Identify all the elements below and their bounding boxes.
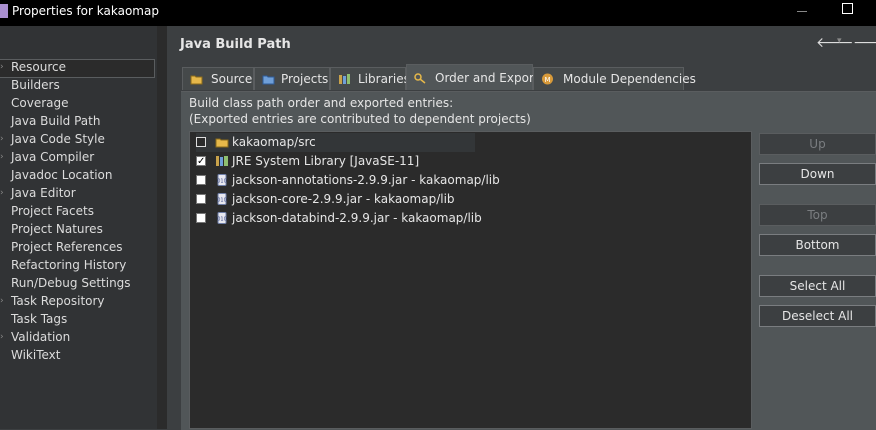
sidebar-item-project-references[interactable]: Project References [11,238,123,256]
history-dropdown-icon[interactable]: ▾ [837,36,842,46]
source-folder-icon [215,138,229,148]
sidebar-item-resource[interactable]: › Resource [0,58,67,76]
sidebar-item-task-repository[interactable]: › Task Repository [0,292,105,310]
entry-label: JRE System Library [JavaSE-11] [232,154,420,168]
projects-icon [262,75,275,85]
app-icon [0,4,8,18]
bottom-button[interactable]: Bottom [759,234,876,256]
svg-text:010: 010 [217,198,227,204]
chevron-right-icon[interactable]: › [0,58,4,76]
tab-projects[interactable]: Projects [254,67,330,90]
export-checkbox[interactable] [196,175,206,185]
sidebar-item-project-facets[interactable]: Project Facets [11,202,94,220]
back-arrow-icon[interactable]: 🡐 [816,34,854,51]
tab-libraries[interactable]: Libraries [330,67,410,90]
tab-label: Source [211,72,253,86]
select-all-button[interactable]: Select All [759,275,876,297]
sidebar-item-label: Task Tags [11,312,68,326]
up-button[interactable]: Up [759,133,876,155]
tab-label: Libraries [358,72,410,86]
jar-icon: 010 [217,174,227,186]
chevron-right-icon[interactable]: › [0,328,4,346]
source-folder-icon [190,75,203,85]
library-icon [216,156,228,166]
tab-order-and-export[interactable]: Order and Export [406,64,539,90]
export-checkbox[interactable] [196,194,206,204]
sidebar-item-run-debug-settings[interactable]: Run/Debug Settings [11,274,131,292]
svg-text:M: M [544,76,550,84]
window-title-bar: Properties for kakaomap [0,0,876,26]
tab-module-dependencies[interactable]: M Module Dependencies [533,67,696,90]
sidebar-item-task-tags[interactable]: Task Tags [11,310,67,328]
down-button[interactable]: Down [759,163,876,185]
description-line-2: (Exported entries are contributed to dep… [189,112,531,126]
list-item[interactable]: kakaomap/src [196,133,475,152]
entry-label: jackson-databind-2.9.9.jar - kakaomap/li… [232,211,482,225]
sidebar-item-java-build-path[interactable]: Java Build Path [11,112,100,130]
description-line-1: Build class path order and exported entr… [189,96,454,110]
svg-text:010: 010 [217,179,227,185]
sidebar-item-label: Java Build Path [11,114,101,128]
sidebar-item-label: Task Repository [11,294,105,308]
sidebar-item-coverage[interactable]: Coverage [11,94,69,112]
svg-text:010: 010 [217,217,227,223]
jar-icon: 010 [217,193,227,205]
maximize-button[interactable] [842,3,853,14]
sidebar-item-java-code-style[interactable]: › Java Code Style [0,130,105,148]
sidebar-item-validation[interactable]: › Validation [0,328,71,346]
sidebar-item-label: Resource [11,60,67,74]
sidebar-item-java-compiler[interactable]: › Java Compiler [0,148,95,166]
export-checkbox[interactable] [196,152,206,171]
sidebar-item-label: Run/Debug Settings [11,276,131,290]
classpath-entries-list[interactable]: kakaomap/src JRE System Library [JavaSE-… [189,131,752,429]
sidebar-item-label: Project References [11,240,123,254]
sidebar-item-label: Refactoring History [11,258,127,272]
sidebar-item-project-natures[interactable]: Project Natures [11,220,103,238]
entry-label: jackson-core-2.9.9.jar - kakaomap/lib [232,192,455,206]
sidebar-item-label: Project Facets [11,204,94,218]
export-checkbox[interactable] [196,213,206,223]
tab-source[interactable]: Source [182,67,254,90]
sidebar-item-label: Coverage [11,96,69,110]
libraries-icon [339,74,350,84]
tab-label: Order and Export [435,71,539,85]
sidebar-item-javadoc-location[interactable]: Javadoc Location [11,166,112,184]
window-title: Properties for kakaomap [12,4,159,18]
chevron-right-icon[interactable]: › [0,292,4,310]
entry-label: jackson-annotations-2.9.9.jar - kakaomap… [232,173,500,187]
sidebar-item-label: Validation [11,330,71,344]
chevron-right-icon[interactable]: › [0,130,4,148]
sidebar-item-java-editor[interactable]: › Java Editor [0,184,76,202]
deselect-all-button[interactable]: Deselect All [759,305,876,327]
order-export-icon [414,72,426,84]
jar-icon: 010 [217,212,227,224]
sidebar-item-label: Java Code Style [11,132,105,146]
entry-label: kakaomap/src [232,135,316,149]
sidebar-item-builders[interactable]: Builders [11,76,60,94]
sidebar-item-label: Builders [11,78,60,92]
sidebar-item-refactoring-history[interactable]: Refactoring History [11,256,126,274]
page-title: Java Build Path [180,37,291,52]
pane-splitter[interactable] [157,26,167,429]
tab-label: Projects [281,72,329,86]
sidebar-item-label: Project Natures [11,222,103,236]
chevron-right-icon[interactable]: › [0,184,4,202]
module-icon: M [542,73,553,85]
minimize-button[interactable] [797,11,807,12]
top-button[interactable]: Top [759,204,876,226]
sidebar-item-wikitext[interactable]: WikiText [11,346,61,364]
sidebar-item-label: WikiText [11,348,61,362]
forward-arrow-icon[interactable]: 🡒 [853,34,876,51]
sidebar-item-label: Javadoc Location [11,168,113,182]
tab-label: Module Dependencies [563,72,696,86]
sidebar-item-label: Java Editor [11,186,76,200]
sidebar-item-label: Java Compiler [11,150,95,164]
export-checkbox[interactable] [196,137,206,147]
chevron-right-icon[interactable]: › [0,148,4,166]
